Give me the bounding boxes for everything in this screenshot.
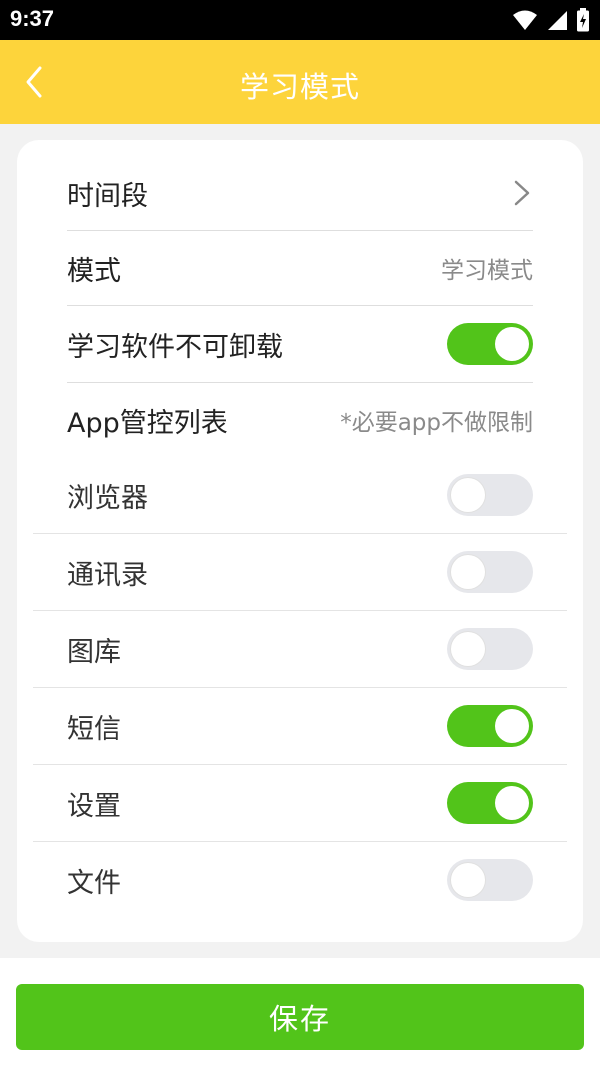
app-toggle-row: 设置 [33, 765, 567, 841]
time-period-label: 时间段 [67, 180, 148, 212]
app-toggle-row: 短信 [33, 688, 567, 764]
uninstall-lock-toggle[interactable] [447, 323, 533, 365]
app-label: 文件 [67, 867, 121, 899]
app-toggle-row: 文件 [33, 842, 567, 918]
time-period-row[interactable]: 时间段 [67, 156, 533, 230]
chevron-right-icon [514, 180, 530, 206]
toggle-knob [451, 632, 485, 666]
app-control-label: App管控列表 [67, 407, 228, 439]
app-toggle-row: 浏览器 [33, 457, 567, 533]
settings-card: 时间段 模式 学习模式 学习软件不可卸载 App管控列表 *必要app不做限制 … [17, 140, 583, 942]
toggle-knob [495, 327, 529, 361]
status-icons [512, 8, 590, 32]
sms-toggle[interactable] [447, 705, 533, 747]
toggle-knob [451, 478, 485, 512]
app-toggle-row: 通讯录 [33, 534, 567, 610]
toggle-knob [451, 555, 485, 589]
mode-label: 模式 [67, 255, 121, 287]
app-control-note: *必要app不做限制 [340, 410, 533, 436]
files-toggle[interactable] [447, 859, 533, 901]
app-label: 短信 [67, 713, 121, 745]
app-toggle-row: 图库 [33, 611, 567, 687]
toggle-knob [451, 863, 485, 897]
app-label: 通讯录 [67, 559, 148, 591]
toggle-knob [495, 786, 529, 820]
battery-icon [577, 8, 589, 32]
status-time: 9:37 [10, 6, 55, 31]
app-label: 浏览器 [67, 482, 148, 514]
page-title: 学习模式 [239, 70, 360, 104]
app-label: 图库 [67, 636, 121, 668]
uninstall-lock-row: 学习软件不可卸载 [67, 306, 533, 382]
browser-toggle[interactable] [447, 474, 533, 516]
save-button[interactable]: 保存 [16, 984, 584, 1050]
mode-row[interactable]: 模式 学习模式 [67, 231, 533, 305]
settings-toggle[interactable] [447, 782, 533, 824]
contacts-toggle[interactable] [447, 551, 533, 593]
wifi-icon [513, 10, 537, 30]
app-bar: 学习模式 [0, 40, 600, 124]
app-label: 设置 [67, 790, 121, 822]
mode-value: 学习模式 [441, 258, 533, 284]
gallery-toggle[interactable] [447, 628, 533, 670]
app-control-header-row: App管控列表 *必要app不做限制 [67, 383, 533, 457]
toggle-knob [495, 709, 529, 743]
signal-icon [548, 11, 567, 30]
uninstall-lock-label: 学习软件不可卸载 [67, 331, 283, 363]
status-bar: 9:37 [0, 0, 600, 40]
